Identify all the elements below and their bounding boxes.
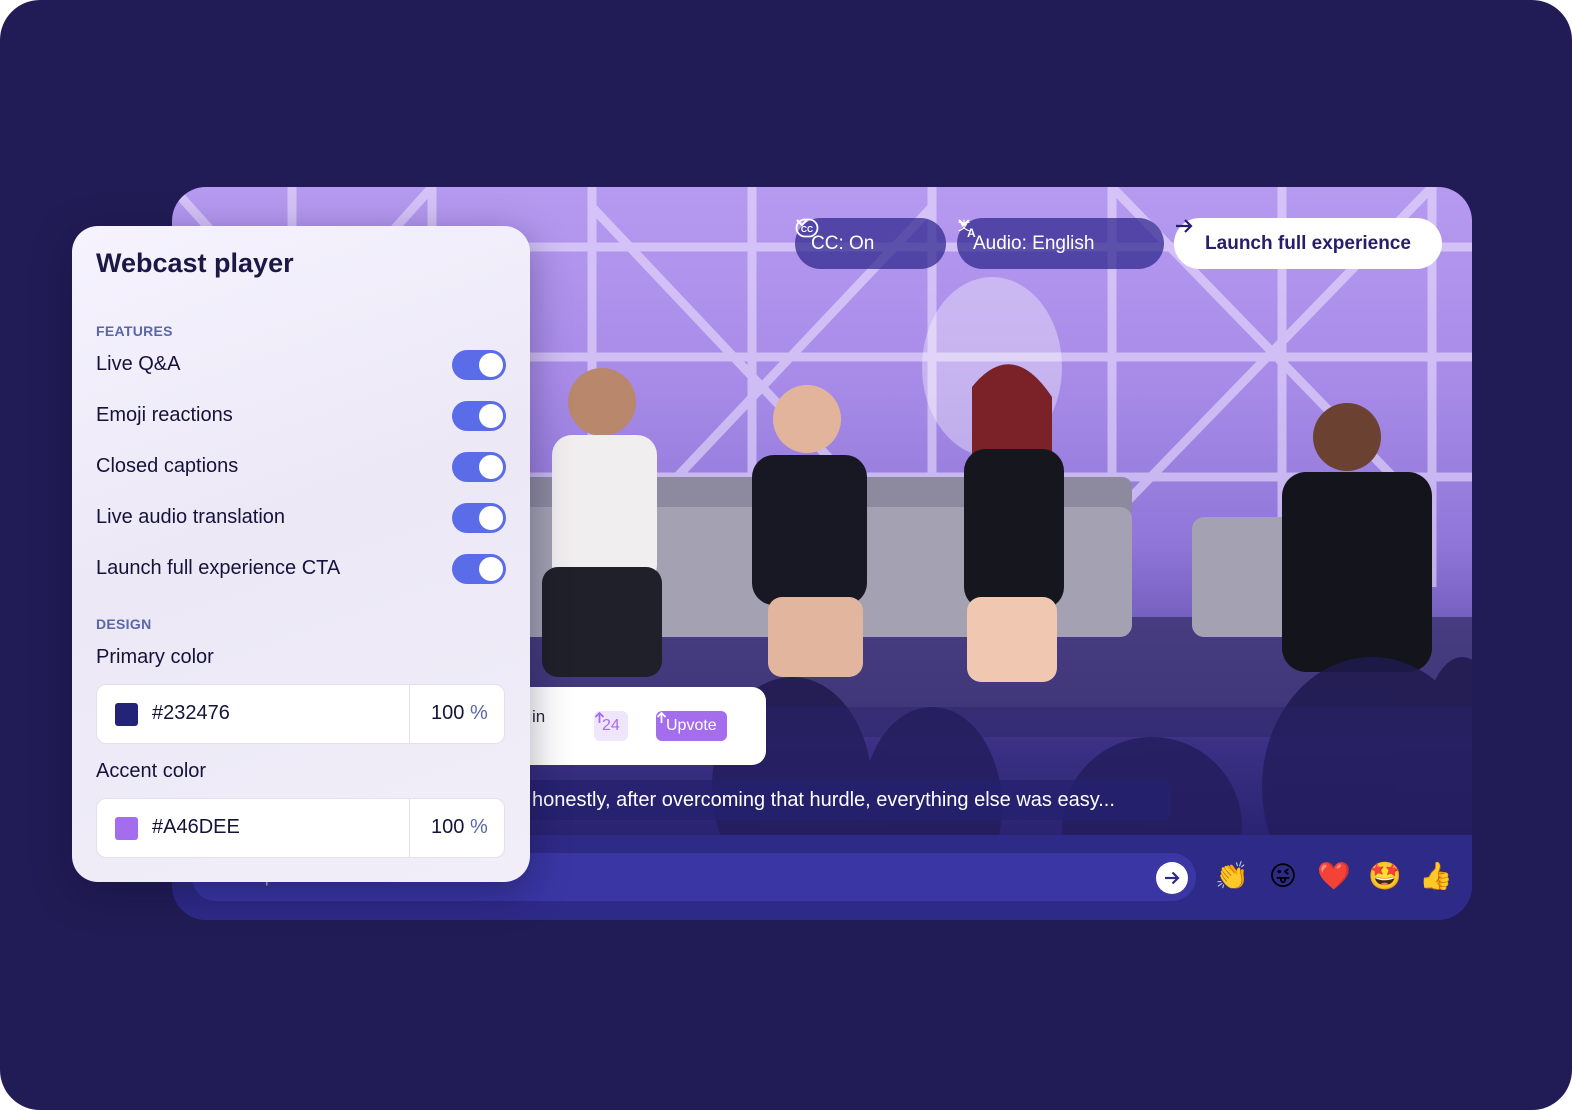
feature-label-launch-cta: Launch full experience CTA: [96, 557, 341, 579]
primary-color-opacity[interactable]: 100: [431, 702, 464, 725]
feature-label-emoji-reactions: Emoji reactions: [96, 404, 233, 426]
design-section-label: DESIGN: [96, 616, 152, 632]
thumbs-up-reaction-button[interactable]: 👍: [1419, 859, 1453, 893]
accent-color-hex[interactable]: #A46DEE: [152, 816, 240, 839]
feature-label-closed-captions: Closed captions: [96, 455, 239, 477]
launch-label: Launch full experience: [1205, 232, 1411, 254]
features-section-label: FEATURES: [96, 323, 173, 339]
percent-unit: %: [470, 702, 488, 724]
field-divider: [409, 799, 410, 857]
audio-label: Audio: English: [973, 232, 1095, 254]
toggle-emoji-reactions[interactable]: [452, 401, 506, 431]
accent-color-label: Accent color: [96, 760, 207, 782]
feature-label-live-audio-translation: Live audio translation: [96, 506, 286, 528]
arrow-right-icon: [1176, 219, 1193, 233]
webcast-settings-panel: Webcast player FEATURES Live Q&A Emoji r…: [72, 226, 530, 882]
toggle-closed-captions[interactable]: [452, 452, 506, 482]
accent-color-field[interactable]: #A46DEE 100 %: [96, 798, 505, 858]
send-icon: [1165, 871, 1180, 885]
qa-question-text: in: [532, 707, 546, 726]
heart-reaction-button[interactable]: ❤️: [1317, 859, 1351, 893]
percent-unit: %: [470, 816, 488, 838]
chevron-down-icon: [958, 219, 970, 227]
upvote-label: Upvote: [666, 717, 717, 734]
launch-full-experience-button[interactable]: Launch full experience: [1174, 218, 1442, 269]
arrow-up-icon: [656, 711, 667, 723]
toggle-launch-cta[interactable]: [452, 554, 506, 584]
send-question-button[interactable]: [1156, 862, 1188, 894]
arrow-up-icon: [594, 711, 605, 723]
toggle-live-audio-translation[interactable]: [452, 503, 506, 533]
upvote-button[interactable]: Upvote: [656, 711, 727, 741]
star-eyes-reaction-button[interactable]: 🤩: [1368, 859, 1402, 893]
app-background: CC CC: On 文 A Audio: English Launch full: [0, 0, 1572, 1110]
clapping-reaction-button[interactable]: 👏: [1215, 859, 1249, 893]
upvote-count-badge: 24: [594, 711, 628, 741]
primary-color-swatch[interactable]: [115, 703, 138, 726]
panel-title: Webcast player: [96, 248, 294, 278]
audio-language-dropdown[interactable]: 文 A Audio: English: [957, 218, 1164, 269]
feature-label-live-qa: Live Q&A: [96, 353, 181, 375]
closed-caption-text: honestly, after overcoming that hurdle, …: [472, 780, 1171, 820]
field-divider: [409, 685, 410, 743]
toggle-live-qa[interactable]: [452, 350, 506, 380]
accent-color-opacity[interactable]: 100: [431, 816, 464, 839]
chevron-down-icon: [796, 219, 808, 227]
primary-color-hex[interactable]: #232476: [152, 702, 230, 725]
cc-label: CC: On: [811, 232, 875, 254]
goofy-face-reaction-button[interactable]: 😜: [1266, 859, 1300, 893]
cc-dropdown[interactable]: CC CC: On: [795, 218, 946, 269]
primary-color-field[interactable]: #232476 100 %: [96, 684, 505, 744]
primary-color-label: Primary color: [96, 646, 214, 668]
accent-color-swatch[interactable]: [115, 817, 138, 840]
